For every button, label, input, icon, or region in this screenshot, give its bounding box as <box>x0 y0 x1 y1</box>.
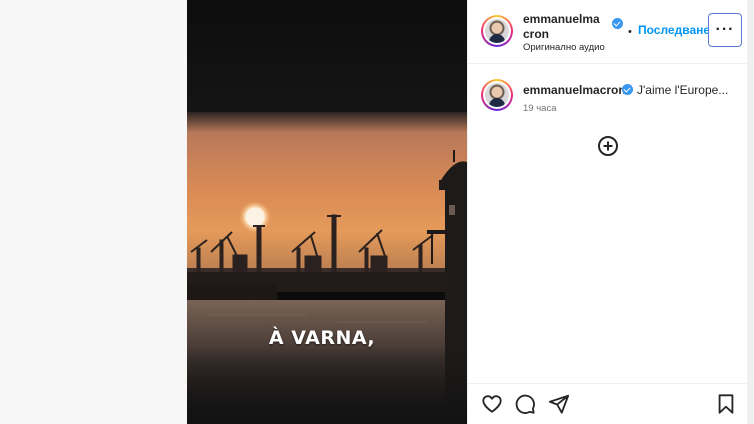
more-icon: ··· <box>715 21 735 38</box>
add-circle-icon[interactable] <box>597 135 619 157</box>
paper-plane-icon[interactable] <box>548 393 570 415</box>
post-video[interactable]: À VARNA, <box>187 0 467 424</box>
verified-badge-icon <box>612 18 623 29</box>
verified-badge-icon <box>622 84 633 95</box>
post-header: emmanuelmacron Оригинално аудио • Послед… <box>468 0 748 64</box>
caption-comment: emmanuelmacron J'aime l'Europe... 19 час… <box>468 64 748 124</box>
comment-bubble-icon[interactable] <box>514 393 536 415</box>
audio-label[interactable]: Оригинално аудио <box>523 42 605 53</box>
comment-text[interactable]: J'aime l'Europe... <box>637 83 728 97</box>
scrollbar-track[interactable] <box>747 0 754 424</box>
avatar[interactable] <box>481 15 513 47</box>
comment-username[interactable]: emmanuelmacron <box>523 83 626 97</box>
video-caption-text: À VARNA, <box>268 327 376 349</box>
follow-button[interactable]: Последване <box>638 23 710 37</box>
more-options-button[interactable]: ··· <box>708 13 742 47</box>
action-bar <box>468 383 748 424</box>
comment-timestamp[interactable]: 19 часа <box>523 103 556 114</box>
post-side-panel: emmanuelmacron Оригинално аудио • Послед… <box>467 0 748 424</box>
bookmark-icon[interactable] <box>715 393 737 415</box>
heart-icon[interactable] <box>481 393 503 415</box>
separator-dot: • <box>628 26 632 38</box>
avatar[interactable] <box>481 79 513 111</box>
sunset-port-image <box>187 0 467 424</box>
author-username[interactable]: emmanuelmacron <box>523 12 603 42</box>
instagram-post-viewer: À VARNA, emmanuelmacron Оригинално аудио… <box>0 0 754 424</box>
